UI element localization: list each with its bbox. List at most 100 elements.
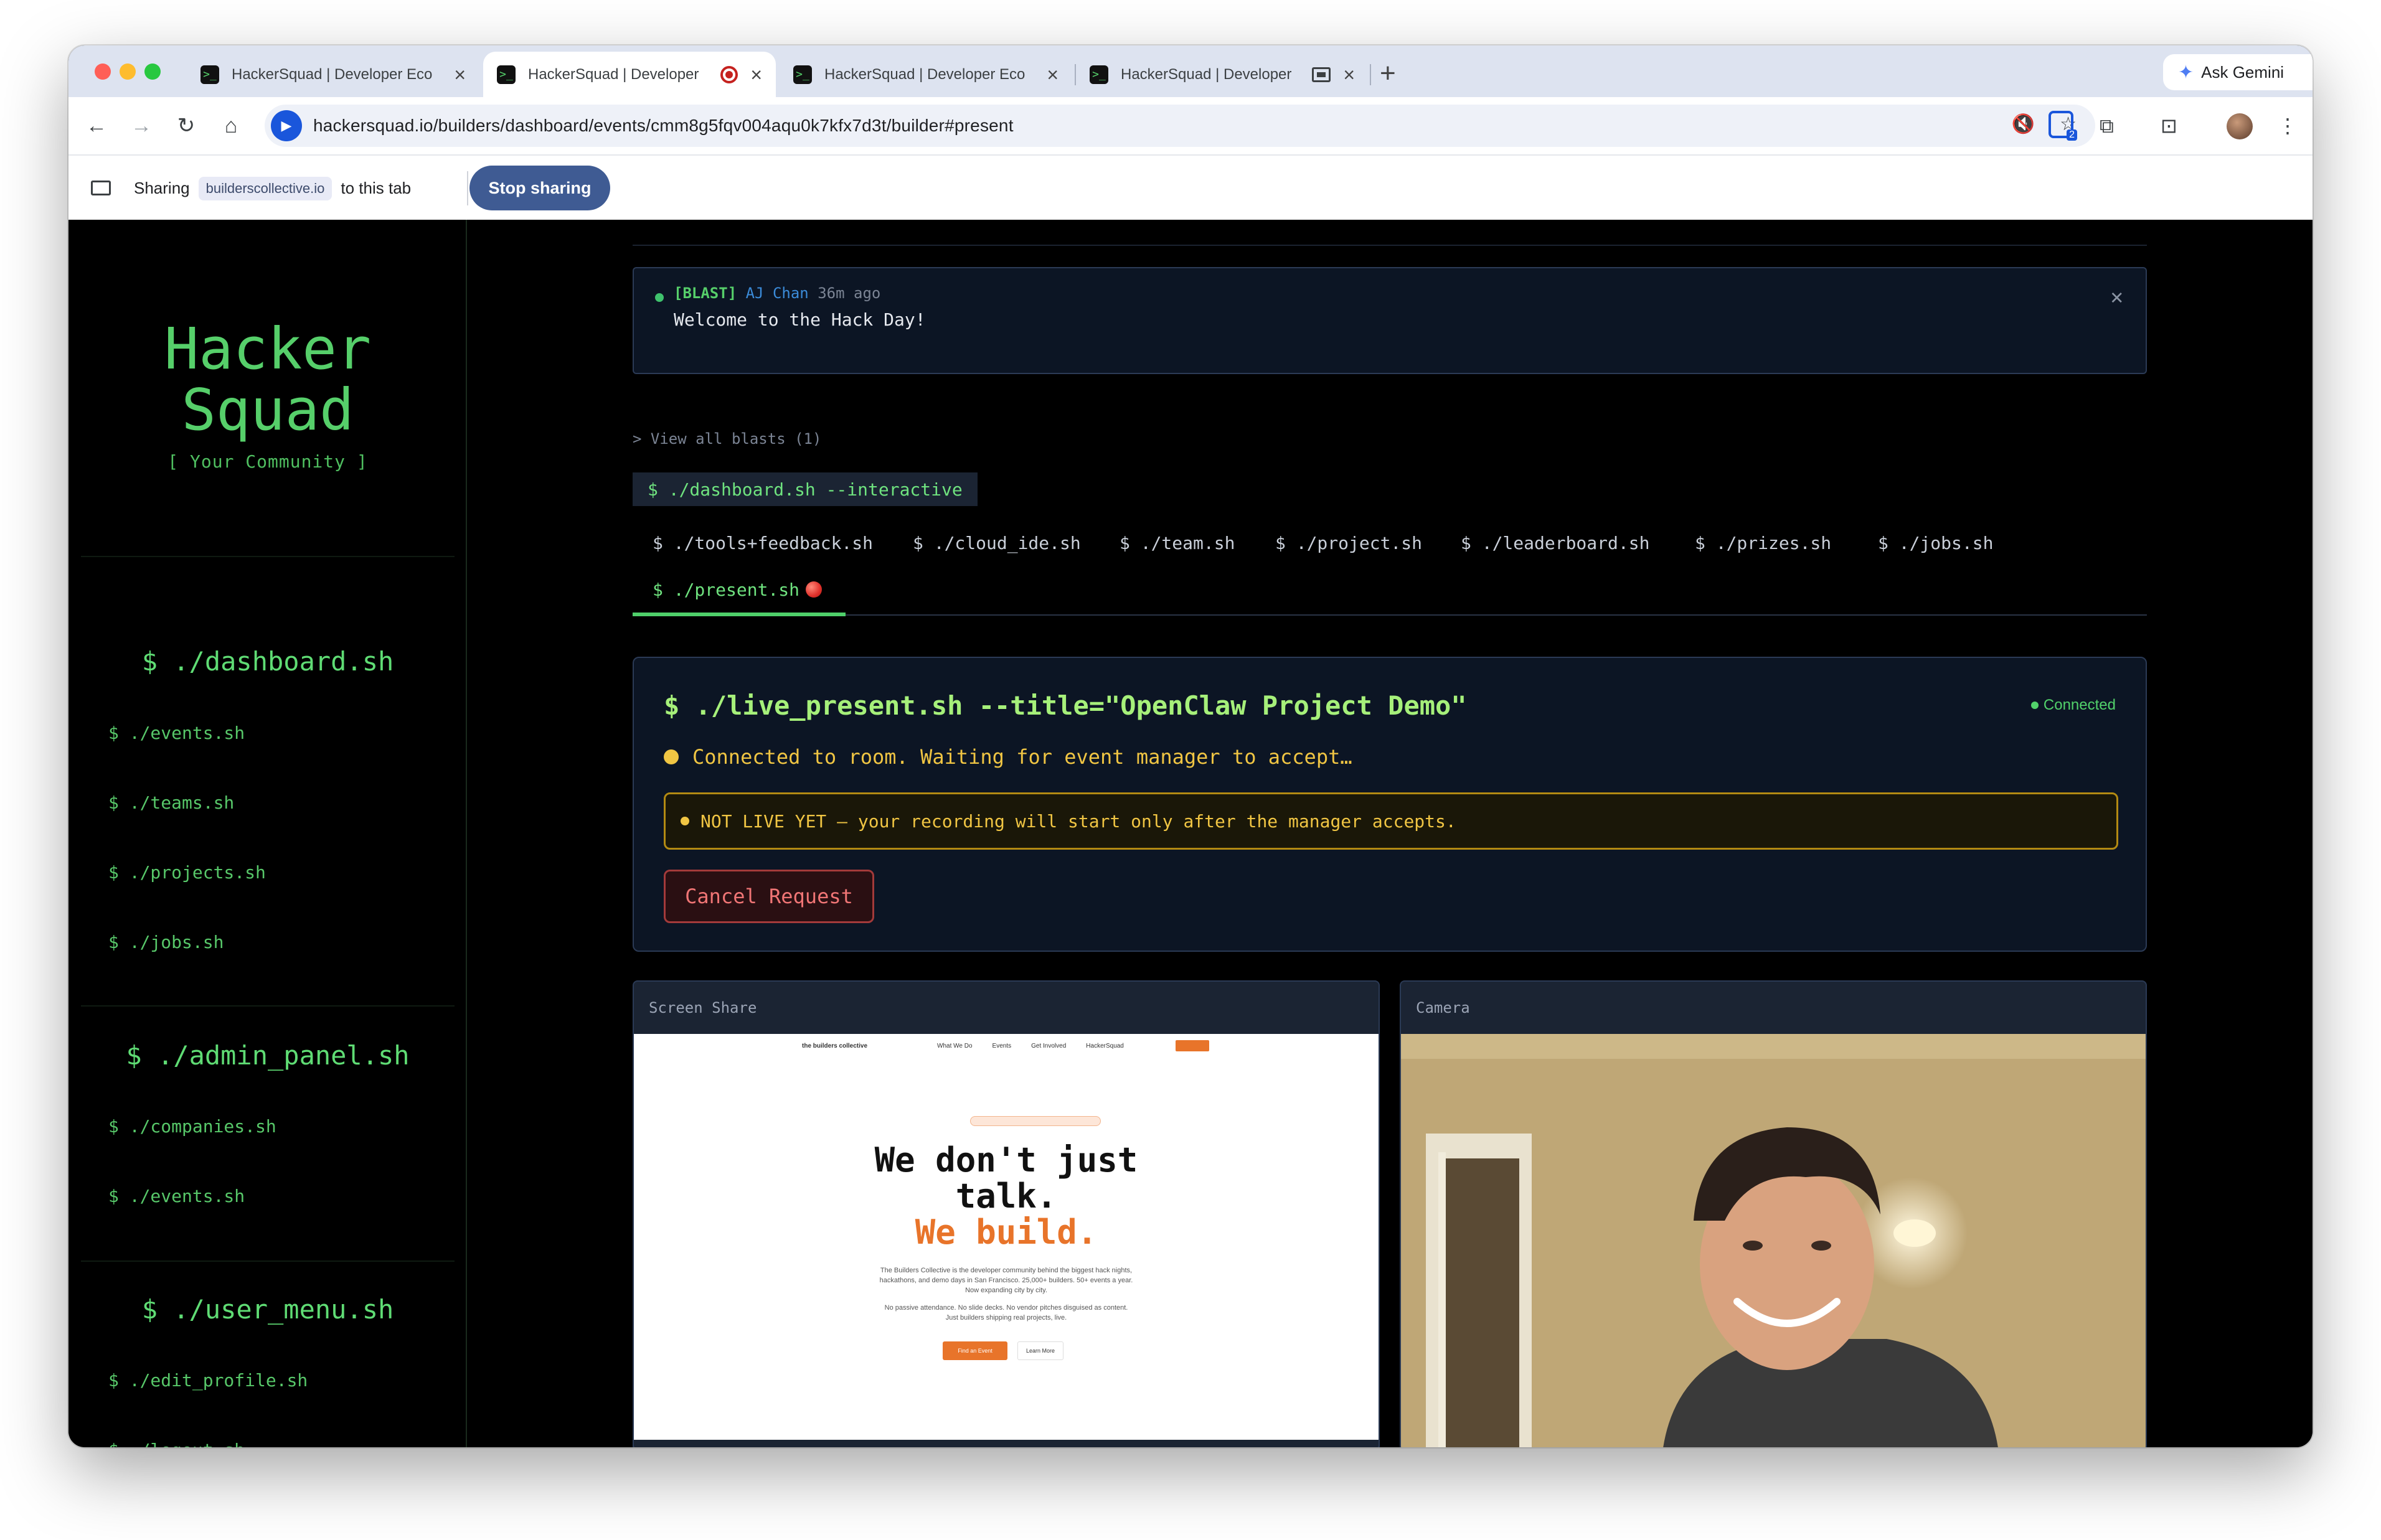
address-bar[interactable]: ▶ hackersquad.io/builders/dashboard/even… <box>265 105 2095 147</box>
minimize-window-button[interactable] <box>120 63 136 80</box>
preview-find-event-button: Find an Event <box>943 1341 1007 1360</box>
close-tab-icon[interactable]: × <box>454 65 466 85</box>
preview-body-1: The Builders Collective is the developer… <box>880 1267 1133 1274</box>
tab-prizes[interactable]: $ ./prizes.sh <box>1695 533 1831 553</box>
forward-icon[interactable]: → <box>126 108 157 143</box>
brand-tagline: [ Your Community ] <box>167 451 368 472</box>
stop-sharing-button[interactable]: Stop sharing <box>469 166 610 210</box>
camera-video-frame <box>1401 1034 2146 1447</box>
reload-icon[interactable]: ↻ <box>171 108 202 143</box>
tab-title: HackerSquad | Developer Eco <box>824 65 1025 83</box>
back-icon[interactable]: ← <box>81 108 112 143</box>
extensions-puzzle-icon[interactable]: ⧉ <box>2100 108 2114 143</box>
sidebar-heading-admin-panel[interactable]: $ ./admin_panel.sh <box>68 1040 467 1071</box>
brand-logo-line-2[interactable]: Squad <box>68 380 467 440</box>
tab-present-label: $ ./present.sh <box>653 580 800 600</box>
tab-tools-feedback[interactable]: $ ./tools+feedback.sh <box>653 533 873 553</box>
blast-notification: [BLAST] AJ Chan 36m ago Welcome to the H… <box>633 267 2147 374</box>
tab-leaderboard[interactable]: $ ./leaderboard.sh <box>1461 533 1649 553</box>
view-all-blasts-link[interactable]: > View all blasts (1) <box>633 430 821 448</box>
camera-label: Camera <box>1416 999 1470 1016</box>
new-tab-icon[interactable]: + <box>1380 58 1396 89</box>
sidebar-heading-user-menu[interactable]: $ ./user_menu.sh <box>68 1294 467 1325</box>
close-window-button[interactable] <box>95 63 111 80</box>
preview-body-3: Now expanding city by city. <box>965 1287 1047 1294</box>
terminal-favicon-icon: >_ <box>200 65 219 84</box>
camera-feed <box>1401 1034 2146 1447</box>
live-present-card: $ ./live_present.sh --title="OpenClaw Pr… <box>633 657 2147 952</box>
tab-project[interactable]: $ ./project.sh <box>1275 533 1422 553</box>
sidebar-item-jobs[interactable]: $ ./jobs.sh <box>108 932 224 952</box>
gemini-sparkle-icon: ✦ <box>2178 62 2194 83</box>
sharing-prefix: Sharing <box>134 179 190 197</box>
preview-nav-item: HackerSquad <box>1086 1043 1124 1049</box>
browser-tab-4[interactable]: >_ HackerSquad | Developer × <box>1076 52 1369 97</box>
sidebar-heading-dashboard[interactable]: $ ./dashboard.sh <box>68 646 467 677</box>
terminal-favicon-icon: >_ <box>793 65 812 84</box>
terminal-favicon-icon: >_ <box>1090 65 1108 84</box>
close-tab-icon[interactable]: × <box>1047 65 1058 85</box>
tabs-divider <box>633 614 2147 616</box>
maximize-window-button[interactable] <box>144 63 161 80</box>
blast-time: 36m ago <box>818 284 881 302</box>
extension-count-icon[interactable]: 2 <box>2049 111 2077 141</box>
tab-jobs[interactable]: $ ./jobs.sh <box>1878 533 1993 553</box>
close-tab-icon[interactable]: × <box>1343 65 1355 85</box>
kebab-menu-icon[interactable]: ⋮ <box>2278 108 2298 143</box>
recording-red-dot-icon <box>806 581 823 598</box>
profile-avatar[interactable] <box>2227 113 2253 139</box>
camera-panel: Camera <box>1400 980 2147 1447</box>
sharing-suffix: to this tab <box>341 179 412 197</box>
ask-gemini-label: Ask Gemini <box>2201 62 2284 82</box>
chevron-right-icon: > <box>633 430 642 448</box>
preview-headline-1: We don't just <box>874 1140 1138 1180</box>
screen-share-label: Screen Share <box>649 999 757 1016</box>
brand-logo-line-1[interactable]: Hacker <box>68 319 467 379</box>
sidebar-item-events[interactable]: $ ./events.sh <box>108 723 245 743</box>
sharing-message: Sharing builderscollective.io to this ta… <box>134 156 411 221</box>
preview-announcement-pill <box>970 1116 1101 1126</box>
tab-separator <box>1370 64 1371 85</box>
extension-count-badge: 2 <box>2067 129 2077 141</box>
browser-tab-2[interactable]: >_ HackerSquad | Developer × <box>483 52 776 97</box>
browser-tab-3[interactable]: >_ HackerSquad | Developer Eco × <box>780 52 1072 97</box>
browser-tab-1[interactable]: >_ HackerSquad | Developer Eco × <box>187 52 479 97</box>
sidebar-item-teams[interactable]: $ ./teams.sh <box>108 792 234 813</box>
home-icon[interactable]: ⌂ <box>215 108 247 143</box>
tab-present[interactable]: $ ./present.sh <box>653 580 823 600</box>
live-dot-icon <box>655 293 664 302</box>
sidebar-item-projects[interactable]: $ ./projects.sh <box>108 862 266 883</box>
divider <box>633 245 2147 246</box>
terminal-favicon-icon: >_ <box>497 65 516 84</box>
preview-join-button <box>1176 1040 1209 1051</box>
close-icon[interactable]: ✕ <box>2111 284 2123 309</box>
sidebar: Hacker Squad [ Your Community ] $ ./dash… <box>68 220 467 1447</box>
connection-label: Connected <box>2043 697 2116 713</box>
blast-message: Welcome to the Hack Day! <box>674 309 926 330</box>
sidebar-item-logout[interactable]: $ ./logout.sh <box>108 1440 245 1447</box>
url-text: hackersquad.io/builders/dashboard/events… <box>313 116 1014 135</box>
tab-title: HackerSquad | Developer <box>1121 65 1292 83</box>
tab-team[interactable]: $ ./team.sh <box>1120 533 1235 553</box>
recording-icon <box>720 65 738 83</box>
blast-meta: [BLAST] AJ Chan 36m ago <box>674 284 880 302</box>
warning-dot-icon <box>681 817 689 825</box>
preview-headline-3: We build. <box>915 1213 1098 1252</box>
camera-in-use-icon[interactable]: ▶ <box>271 110 302 141</box>
close-tab-icon[interactable]: × <box>750 65 762 85</box>
muted-audio-icon[interactable]: 🔇 <box>2012 113 2035 135</box>
divider <box>81 1261 455 1262</box>
cast-icon <box>1312 67 1331 82</box>
sidebar-item-edit-profile[interactable]: $ ./edit_profile.sh <box>108 1370 308 1391</box>
tab-search-icon[interactable]: ⊡ <box>2161 108 2177 143</box>
command-pill: $ ./dashboard.sh --interactive <box>633 472 978 506</box>
sidebar-item-companies[interactable]: $ ./companies.sh <box>108 1116 276 1137</box>
ask-gemini-button[interactable]: ✦ Ask Gemini <box>2163 54 2313 90</box>
preview-body-4: No passive attendance. No slide decks. N… <box>884 1304 1128 1312</box>
blast-tag: [BLAST] <box>674 284 737 302</box>
preview-body-5: Just builders shipping real projects, li… <box>945 1314 1067 1322</box>
tab-cloud-ide[interactable]: $ ./cloud_ide.sh <box>913 533 1081 553</box>
cancel-request-button[interactable]: Cancel Request <box>664 870 874 923</box>
preview-headline-2: talk. <box>955 1176 1057 1216</box>
sidebar-item-admin-events[interactable]: $ ./events.sh <box>108 1186 245 1206</box>
